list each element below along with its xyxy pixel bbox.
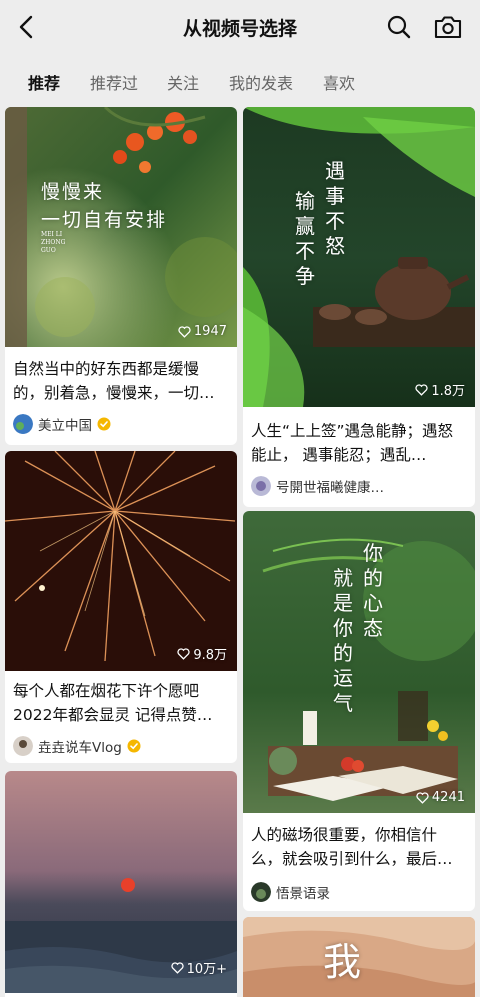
tab-recommended-before[interactable]: 推荐过 xyxy=(90,70,138,94)
like-count-value: 9.8万 xyxy=(193,648,227,663)
like-count: 10万+ xyxy=(170,958,227,977)
video-card[interactable]: 10万+ xyxy=(5,771,237,997)
author-row[interactable]: 美立中国 xyxy=(13,413,229,435)
search-icon xyxy=(387,15,411,39)
video-overlay-text: 就是你的运气 xyxy=(333,566,353,715)
video-overlay-text: 我 xyxy=(323,940,362,984)
camera-button[interactable] xyxy=(432,12,464,42)
avatar xyxy=(251,882,271,902)
like-count-value: 1.8万 xyxy=(431,384,465,399)
tab-liked[interactable]: 喜欢 xyxy=(323,70,355,94)
author-row[interactable]: 号開世福曦健康… xyxy=(251,475,467,497)
video-card[interactable]: 你的心态 就是你的运气 4241 人的磁场很重要，你相信什么，就会吸引到什么，最… xyxy=(243,511,475,911)
video-caption: 自然当中的好东西都是缓慢的，别着急，慢慢来，一切… xyxy=(13,360,215,402)
video-card[interactable]: 我 xyxy=(243,917,475,997)
video-thumbnail: 你的心态 就是你的运气 4241 xyxy=(243,511,475,813)
like-count: 9.8万 xyxy=(177,644,227,663)
video-caption: 人的磁场很重要，你相信什么，就会吸引到什么，最后… xyxy=(251,826,453,868)
avatar xyxy=(251,476,271,496)
video-overlay-small-text: MEI LI ZHONG GUO xyxy=(41,231,66,254)
heart-icon xyxy=(170,961,184,974)
video-thumbnail: 遇事不怒 输赢不争 1.8万 xyxy=(243,107,475,407)
top-bar: 从视频号选择 xyxy=(0,0,480,56)
category-tabs: 推荐 推荐过 关注 我的发表 喜欢 xyxy=(0,62,480,98)
video-card[interactable]: 慢慢来 一切自有安排 MEI LI ZHONG GUO 1947 自然当中的好东… xyxy=(5,107,237,445)
video-thumbnail: 10万+ xyxy=(5,771,237,993)
tab-following[interactable]: 关注 xyxy=(167,70,199,94)
author-name: 美立中国 xyxy=(38,418,92,434)
search-button[interactable] xyxy=(384,12,414,42)
author-name: 悟景语录 xyxy=(276,886,330,902)
video-thumbnail: 9.8万 xyxy=(5,451,237,671)
video-overlay-text: 慢慢来 xyxy=(41,181,105,203)
author-name: 号開世福曦健康… xyxy=(276,480,384,496)
video-caption: 每个人都在烟花下许个愿吧2022年都会显灵 记得点赞… xyxy=(13,682,213,724)
video-thumbnail: 我 xyxy=(243,917,475,997)
video-card[interactable]: 遇事不怒 输赢不争 1.8万 人生“上上签”遇急能静；遇怒能止， 遇事能忍；遇乱… xyxy=(243,107,475,507)
avatar xyxy=(13,414,33,434)
video-overlay-text: 你的心态 xyxy=(363,541,383,640)
like-count: 4241 xyxy=(416,790,465,805)
author-row[interactable]: 悟景语录 xyxy=(251,881,467,903)
heart-icon xyxy=(416,791,429,804)
tab-my-posts[interactable]: 我的发表 xyxy=(229,70,293,94)
author-name: 垚垚说车Vlog xyxy=(38,740,122,756)
heart-icon xyxy=(415,383,428,396)
video-overlay-text: 遇事不怒 xyxy=(325,159,345,258)
video-caption: 人生“上上签”遇急能静；遇怒能止， 遇事能忍；遇乱… xyxy=(251,422,454,464)
avatar xyxy=(13,736,33,756)
tab-recommended[interactable]: 推荐 xyxy=(28,70,60,94)
verified-badge-icon xyxy=(127,739,141,753)
heart-icon xyxy=(178,325,191,338)
heart-icon xyxy=(177,647,190,660)
video-overlay-text: 一切自有安排 xyxy=(41,209,168,231)
verified-badge-icon xyxy=(97,417,111,431)
video-overlay-text: 输赢不争 xyxy=(295,189,315,288)
like-count: 1.8万 xyxy=(415,380,465,399)
like-count-value: 4241 xyxy=(431,790,465,805)
video-card[interactable]: 9.8万 每个人都在烟花下许个愿吧2022年都会显灵 记得点赞… 垚垚说车Vlo… xyxy=(5,451,237,763)
author-row[interactable]: 垚垚说车Vlog xyxy=(13,735,229,757)
like-count: 1947 xyxy=(178,324,227,339)
like-count-value: 10万+ xyxy=(186,962,227,977)
like-count-value: 1947 xyxy=(193,324,227,339)
camera-icon xyxy=(434,16,462,39)
video-thumbnail: 慢慢来 一切自有安排 MEI LI ZHONG GUO 1947 xyxy=(5,107,237,347)
